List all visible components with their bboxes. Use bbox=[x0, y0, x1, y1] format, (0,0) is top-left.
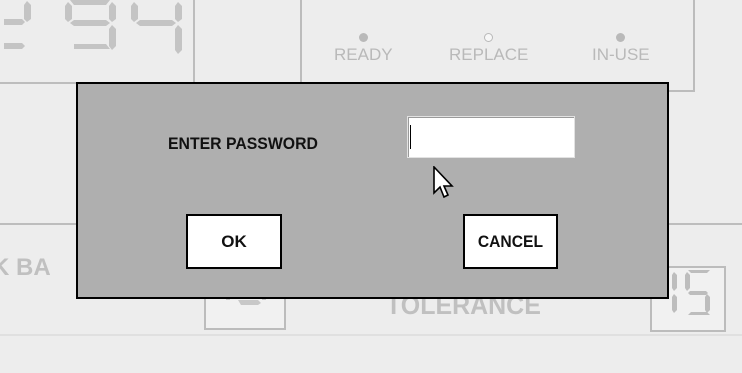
main-seven-segment-display bbox=[0, 0, 193, 62]
text-caret bbox=[410, 125, 411, 149]
led-on-icon bbox=[616, 33, 626, 42]
led-on-icon bbox=[358, 33, 368, 42]
ready-indicator: READY bbox=[334, 33, 393, 65]
cancel-button-label: CANCEL bbox=[477, 231, 544, 251]
replace-label: REPLACE bbox=[449, 45, 529, 64]
led-off-icon bbox=[484, 33, 494, 42]
ok-button-label: OK bbox=[221, 231, 247, 251]
panel-divider bbox=[0, 82, 76, 84]
status-indicator-group: READY REPLACE IN-USE bbox=[300, 0, 695, 92]
password-input[interactable] bbox=[407, 116, 575, 158]
replace-indicator: REPLACE bbox=[449, 33, 528, 65]
cancel-button[interactable]: CANCEL bbox=[463, 214, 558, 269]
left-panel-label: K BA bbox=[0, 254, 51, 281]
panel-divider bbox=[0, 334, 742, 336]
in-use-label: IN-USE bbox=[592, 45, 650, 64]
in-use-indicator: IN-USE bbox=[592, 33, 650, 65]
password-dialog: ENTER PASSWORD OK CANCEL bbox=[76, 82, 669, 299]
panel-divider bbox=[193, 0, 195, 84]
password-label: ENTER PASSWORD bbox=[168, 134, 318, 153]
mouse-pointer-icon bbox=[433, 164, 455, 207]
panel-divider bbox=[669, 223, 742, 225]
ok-button[interactable]: OK bbox=[186, 214, 282, 269]
ready-label: READY bbox=[334, 45, 393, 64]
panel-divider bbox=[0, 223, 76, 225]
